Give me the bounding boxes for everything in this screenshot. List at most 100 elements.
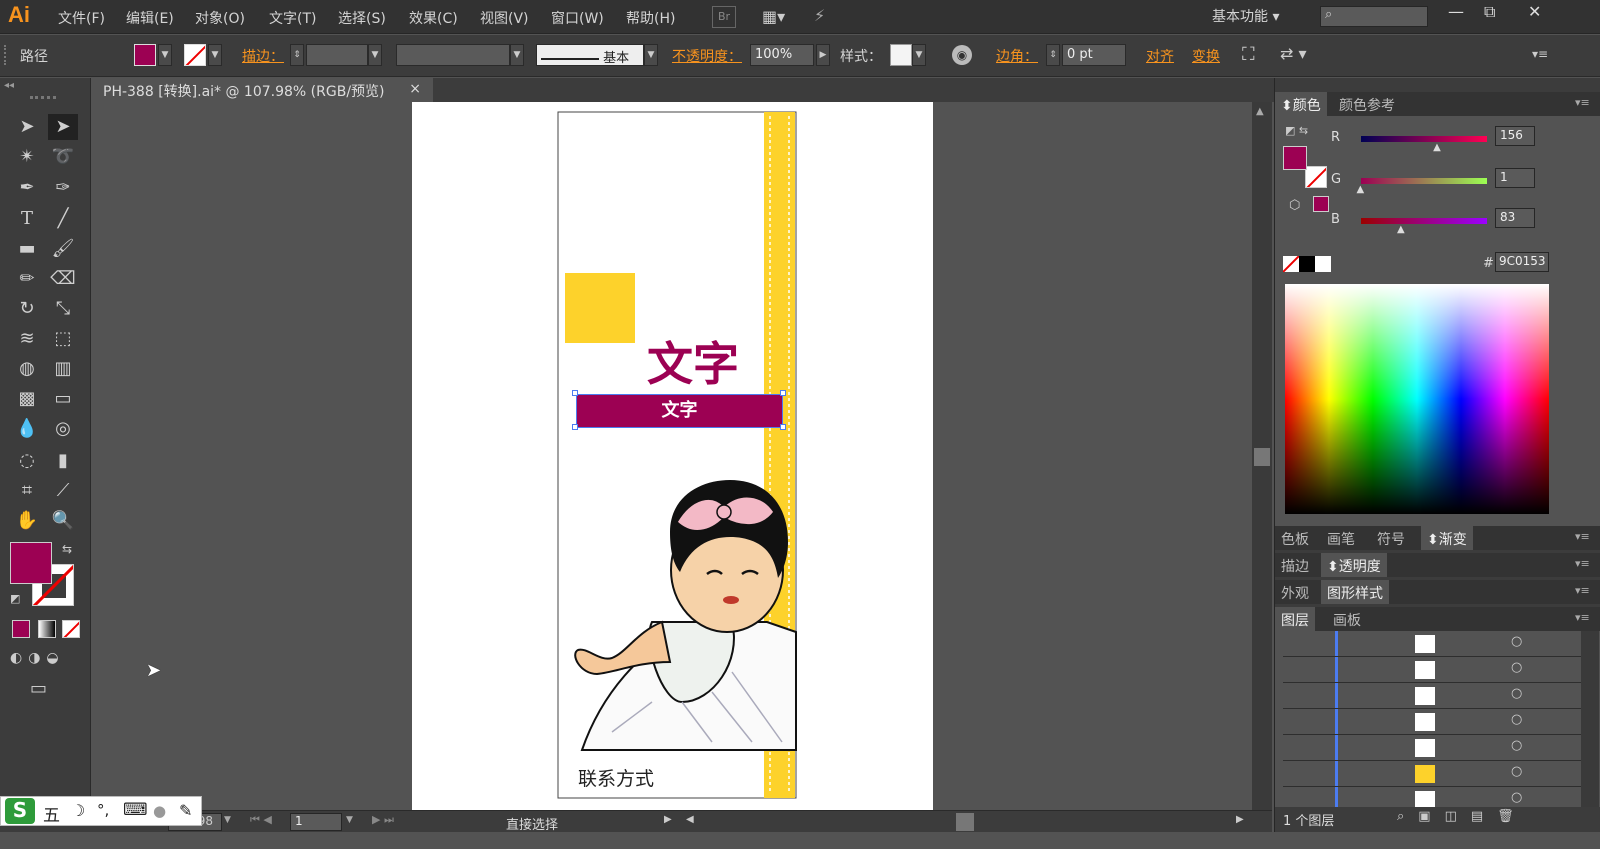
tab-transparency[interactable]: ⬍透明度 bbox=[1321, 553, 1387, 577]
control-menu-icon[interactable]: ▾≡ bbox=[1532, 47, 1548, 61]
first-artboard-icon[interactable]: ⏮ ◀ bbox=[250, 813, 272, 827]
layer-row[interactable]: ○ bbox=[1283, 761, 1583, 787]
layer-row[interactable]: ○ bbox=[1283, 735, 1583, 761]
styles-menu-icon[interactable]: ▾≡ bbox=[1575, 584, 1590, 597]
eyedropper-tool-icon[interactable]: 💧 bbox=[12, 416, 42, 442]
menu-effect[interactable]: 效果(C) bbox=[409, 8, 458, 28]
collapse-toolbar-icon[interactable]: ◂◂ bbox=[4, 80, 14, 91]
target-icon[interactable]: ○ bbox=[1511, 634, 1522, 649]
tab-appearance[interactable]: 外观 bbox=[1275, 580, 1315, 604]
big-title-text[interactable]: 文字 bbox=[647, 328, 739, 394]
reflect-icon[interactable]: ⇄ ▾ bbox=[1280, 44, 1307, 63]
target-icon[interactable]: ○ bbox=[1511, 790, 1522, 805]
last-artboard-icon[interactable]: ▶ ⏭ bbox=[372, 813, 394, 827]
artboard-tool-icon[interactable]: ⌗ bbox=[12, 478, 42, 504]
style-dropdown[interactable]: ▼ bbox=[912, 44, 926, 66]
perspective-grid-tool-icon[interactable]: ▥ bbox=[48, 356, 78, 382]
zoom-tool-icon[interactable]: 🔍 bbox=[48, 508, 78, 534]
tab-artboards[interactable]: 画板 bbox=[1327, 607, 1367, 631]
tab-layers[interactable]: 图层 bbox=[1275, 607, 1315, 631]
target-icon[interactable]: ○ bbox=[1511, 738, 1522, 753]
artboard-number-field[interactable]: 1 bbox=[290, 813, 342, 831]
menu-type[interactable]: 文字(T) bbox=[269, 8, 316, 28]
layer-row[interactable]: ○ bbox=[1283, 631, 1583, 657]
menu-view[interactable]: 视图(V) bbox=[480, 8, 529, 28]
stroke-label[interactable]: 描边： bbox=[242, 46, 284, 66]
selected-title-bar[interactable]: 文字 bbox=[576, 394, 783, 428]
artboard-dropdown[interactable]: ▼ bbox=[346, 815, 353, 825]
bridge-button[interactable]: Br bbox=[712, 6, 736, 28]
tab-brushes[interactable]: 画笔 bbox=[1321, 526, 1361, 550]
transparency-menu-icon[interactable]: ▾≡ bbox=[1575, 557, 1590, 570]
menu-edit[interactable]: 编辑(E) bbox=[126, 8, 174, 28]
r-value-field[interactable]: 156 bbox=[1495, 126, 1535, 146]
shape-builder-tool-icon[interactable]: ◍ bbox=[12, 356, 42, 382]
rotate-tool-icon[interactable]: ↻ bbox=[12, 296, 42, 322]
hex-value-field[interactable]: 9C0153 bbox=[1495, 252, 1549, 272]
artboard[interactable]: 文字 文字 联系方式 bbox=[412, 102, 933, 810]
opacity-label[interactable]: 不透明度： bbox=[672, 46, 742, 66]
layers-menu-icon[interactable]: ▾≡ bbox=[1575, 611, 1590, 624]
menu-window[interactable]: 窗口(W) bbox=[551, 8, 604, 28]
tab-graphic-styles[interactable]: 图形样式 bbox=[1321, 580, 1389, 604]
anchor-point-bl[interactable] bbox=[572, 424, 578, 430]
variable-width-profile[interactable] bbox=[396, 44, 510, 66]
ime-tools-icon[interactable]: ✎ bbox=[179, 801, 192, 820]
b-slider-track[interactable] bbox=[1361, 218, 1487, 224]
menu-select[interactable]: 选择(S) bbox=[338, 8, 386, 28]
target-icon[interactable]: ○ bbox=[1511, 660, 1522, 675]
graphic-style-swatch[interactable] bbox=[890, 44, 912, 66]
out-of-gamut-icon[interactable]: ⬡ bbox=[1289, 198, 1300, 213]
brush-definition-field[interactable]: 基本 bbox=[536, 44, 644, 66]
direct-selection-tool-icon[interactable]: ➤ bbox=[48, 114, 78, 140]
rectangle-tool-icon[interactable]: ▬ bbox=[12, 236, 42, 262]
swap-colors-icon[interactable]: ⇆ bbox=[62, 542, 72, 556]
draw-mode-icons[interactable]: ◐◑◒ bbox=[10, 650, 65, 666]
stroke-dropdown[interactable]: ▼ bbox=[208, 44, 222, 66]
gradient-mode-button[interactable] bbox=[38, 620, 56, 638]
curvature-tool-icon[interactable]: ✑ bbox=[48, 175, 78, 201]
menu-help[interactable]: 帮助(H) bbox=[626, 8, 675, 28]
fill-dropdown[interactable]: ▼ bbox=[158, 44, 172, 66]
layer-row[interactable]: ○ bbox=[1283, 787, 1583, 807]
scroll-right-icon[interactable]: ▶ bbox=[1236, 814, 1244, 825]
g-value-field[interactable]: 1 bbox=[1495, 168, 1535, 188]
document-tab[interactable]: PH-388 [转换].ai* @ 107.98% (RGB/预览) × bbox=[93, 78, 433, 102]
isolate-object-icon[interactable]: ⛶ bbox=[1242, 44, 1255, 65]
color-panel-menu-icon[interactable]: ▾≡ bbox=[1575, 96, 1590, 109]
pen-tool-icon[interactable]: ✒ bbox=[12, 175, 42, 201]
black-color-swatch[interactable] bbox=[1299, 256, 1315, 272]
color-spectrum[interactable] bbox=[1285, 284, 1549, 514]
layer-row[interactable]: ○ bbox=[1283, 709, 1583, 735]
stroke-weight-dropdown[interactable]: ▼ bbox=[368, 44, 382, 66]
white-color-swatch[interactable] bbox=[1315, 256, 1331, 272]
closest-web-color-swatch[interactable] bbox=[1313, 196, 1329, 212]
stroke-weight-stepper[interactable]: ⇕ bbox=[290, 44, 304, 66]
tab-swatches[interactable]: 色板 bbox=[1275, 526, 1315, 550]
tab-color-guide[interactable]: 颜色参考 bbox=[1333, 92, 1401, 116]
layer-action-icons[interactable]: ⌕▣◫▤🗑 bbox=[1397, 809, 1528, 824]
hand-tool-icon[interactable]: ✋ bbox=[12, 508, 42, 534]
anchor-point-br[interactable] bbox=[780, 424, 786, 430]
fill-color-front[interactable] bbox=[10, 542, 52, 584]
fill-swatch[interactable] bbox=[134, 44, 156, 66]
blend-tool-icon[interactable]: ◎ bbox=[48, 416, 78, 442]
contact-text[interactable]: 联系方式 bbox=[578, 764, 654, 791]
close-window-button[interactable]: ✕ bbox=[1528, 2, 1541, 21]
tab-gradient[interactable]: ⬍渐变 bbox=[1421, 526, 1473, 550]
eraser-tool-icon[interactable]: ⌫ bbox=[48, 266, 78, 292]
r-slider-thumb[interactable]: ▲ bbox=[1433, 142, 1441, 153]
search-field[interactable]: ⌕ bbox=[1320, 6, 1428, 27]
width-tool-icon[interactable]: ≋ bbox=[12, 326, 42, 352]
paintbrush-tool-icon[interactable]: 🖌 bbox=[48, 236, 78, 262]
opacity-field[interactable]: 100% bbox=[750, 44, 814, 66]
vertical-scrollbar[interactable]: ▲ bbox=[1252, 102, 1272, 810]
layer-row[interactable]: ○ bbox=[1283, 657, 1583, 683]
panel-fill-swatch[interactable] bbox=[1283, 146, 1307, 170]
b-value-field[interactable]: 83 bbox=[1495, 208, 1535, 228]
target-icon[interactable]: ○ bbox=[1511, 764, 1522, 779]
grip-handle[interactable] bbox=[4, 45, 8, 65]
panel-stroke-swatch[interactable] bbox=[1305, 166, 1327, 188]
color-options-icon[interactable]: ◩ ⇆ bbox=[1285, 124, 1308, 137]
scale-tool-icon[interactable]: ⤡ bbox=[48, 296, 78, 322]
